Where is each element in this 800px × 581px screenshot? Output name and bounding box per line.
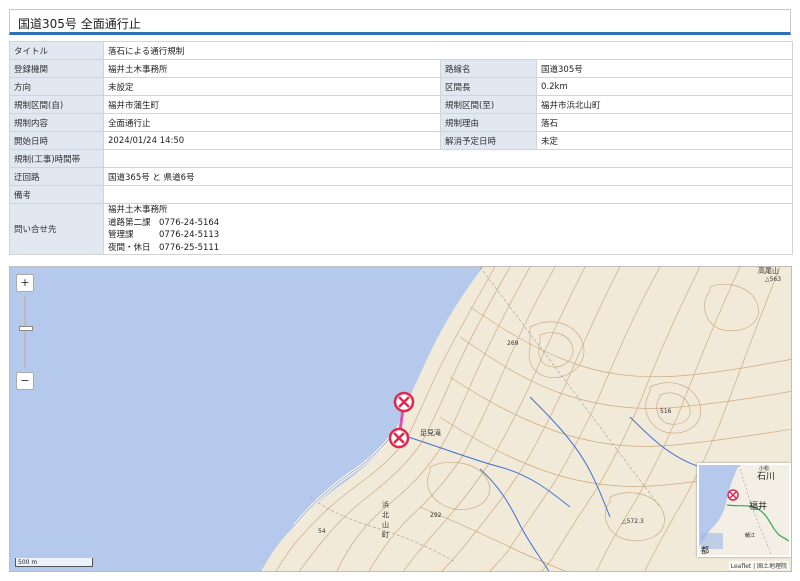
elevation-292: 292 (430, 512, 442, 519)
hours-label: 規制(工事)時間帯 (9, 149, 104, 168)
zoom-slider-handle[interactable] (19, 326, 33, 331)
contact-office: 福井土木事務所 (108, 205, 168, 215)
content-label: 規制内容 (9, 113, 104, 132)
table-row: 問い合せ先 福井土木事務所 道路第二課 0776-24-5164 管理課 077… (9, 203, 794, 255)
place-label-ashimidaki: 足見滝 (420, 428, 441, 437)
minimap-label-komatsu: 小松 (759, 465, 769, 472)
title-value: 落石による通行規制 (102, 41, 794, 60)
overview-minimap[interactable]: 石川 福井 小松 鯖江 都 (697, 463, 791, 557)
direction-label: 方向 (9, 77, 104, 96)
length-label: 区間長 (440, 77, 537, 96)
place-label-hamakita-4: 町 (382, 531, 389, 539)
reason-label: 規制理由 (440, 113, 537, 132)
section-from-label: 規制区間(自) (9, 95, 104, 114)
zoom-slider[interactable] (16, 296, 34, 368)
start-label: 開始日時 (9, 131, 104, 150)
zoom-in-button[interactable]: + (16, 274, 34, 292)
section-from-value: 福井市蒲生町 (103, 95, 441, 114)
page-title: 国道305号 全面通行止 (18, 17, 141, 31)
zoom-out-button[interactable]: − (16, 372, 34, 390)
contact-label: 問い合せ先 (9, 203, 104, 255)
elevation-572: △572.3 (622, 518, 644, 525)
map-attribution[interactable]: Leaflet | 国土地理院 (728, 561, 789, 570)
elevation-269: 269 (507, 340, 519, 347)
end-label: 解消予定日時 (440, 131, 537, 150)
table-row: 迂回路 国道365号 と 県道6号 (9, 167, 794, 186)
route-label: 路線名 (440, 59, 537, 78)
page-header: 国道305号 全面通行止 (9, 9, 791, 35)
table-row: 方向 未設定 区間長 0.2km (9, 77, 794, 96)
zoom-slider-track[interactable] (24, 296, 26, 368)
minimap-label-ishikawa: 石川 (757, 472, 775, 482)
minimap-label-fukui: 福井 (749, 500, 767, 512)
contact-phone-road: 道路第二課 0776-24-5164 (108, 217, 220, 228)
registrar-value: 福井土木事務所 (103, 59, 441, 78)
end-value: 未定 (535, 131, 794, 150)
closure-marker-end[interactable] (388, 427, 410, 449)
hours-value (102, 149, 794, 168)
start-value: 2024/01/24 14:50 (103, 131, 441, 150)
minimap-marker (727, 489, 739, 501)
elevation-563: △563 (765, 276, 781, 283)
reason-value: 落石 (535, 113, 794, 132)
place-label-hamakita-1: 浜 (382, 500, 389, 509)
table-row: 開始日時 2024/01/24 14:50 解消予定日時 未定 (9, 131, 794, 150)
route-value: 国道305号 (535, 59, 794, 78)
zoom-control: + − (16, 274, 34, 390)
detour-label: 迂回路 (9, 167, 104, 186)
place-label-hamakita-3: 山 (382, 520, 389, 529)
title-label: タイトル (9, 41, 104, 60)
length-value: 0.2km (535, 77, 794, 96)
table-row: 規制(工事)時間帯 (9, 149, 794, 168)
scale-bar: 500 m (15, 558, 93, 567)
table-row: 登録機関 福井土木事務所 路線名 国道305号 (9, 59, 794, 78)
place-label-hamakita-2: 北 (382, 511, 389, 519)
contact-phone-management: 管理課 0776-24-5113 (108, 230, 220, 240)
topographic-map[interactable]: 足見滝 浜 北 山 町 269 516 292 △572.3 54 △563 高… (10, 267, 792, 572)
detour-value: 国道365号 と 県道6号 (102, 167, 794, 186)
table-row: タイトル 落石による通行規制 (9, 41, 794, 60)
elevation-54: 54 (318, 528, 326, 535)
elevation-516: 516 (660, 408, 672, 415)
registrar-label: 登録機関 (9, 59, 104, 78)
remarks-value (102, 185, 794, 204)
map-view[interactable]: 足見滝 浜 北 山 町 269 516 292 △572.3 54 △563 高… (9, 266, 792, 572)
direction-value: 未設定 (103, 77, 441, 96)
corner-place-label: 高尾山 (758, 267, 779, 275)
minimap-label-miyako: 都 (701, 546, 709, 555)
table-row: 規制区間(自) 福井市蒲生町 規制区間(至) 福井市浜北山町 (9, 95, 794, 114)
contact-value: 福井土木事務所 道路第二課 0776-24-5164 管理課 0776-24-5… (102, 203, 794, 255)
contact-phone-night: 夜間・休日 0776-25-5111 (108, 242, 220, 253)
remarks-label: 備考 (9, 185, 104, 204)
table-row: 備考 (9, 185, 794, 204)
content-value: 全面通行止 (103, 113, 441, 132)
closure-marker-start[interactable] (393, 391, 415, 413)
section-to-value: 福井市浜北山町 (535, 95, 794, 114)
section-to-label: 規制区間(至) (440, 95, 537, 114)
table-row: 規制内容 全面通行止 規制理由 落石 (9, 113, 794, 132)
minimap-label-sabae: 鯖江 (745, 532, 755, 539)
regulation-info-table: タイトル 落石による通行規制 登録機関 福井土木事務所 路線名 国道305号 方… (9, 41, 794, 255)
minimap-graphic: 石川 福井 小松 鯖江 都 (699, 465, 789, 555)
